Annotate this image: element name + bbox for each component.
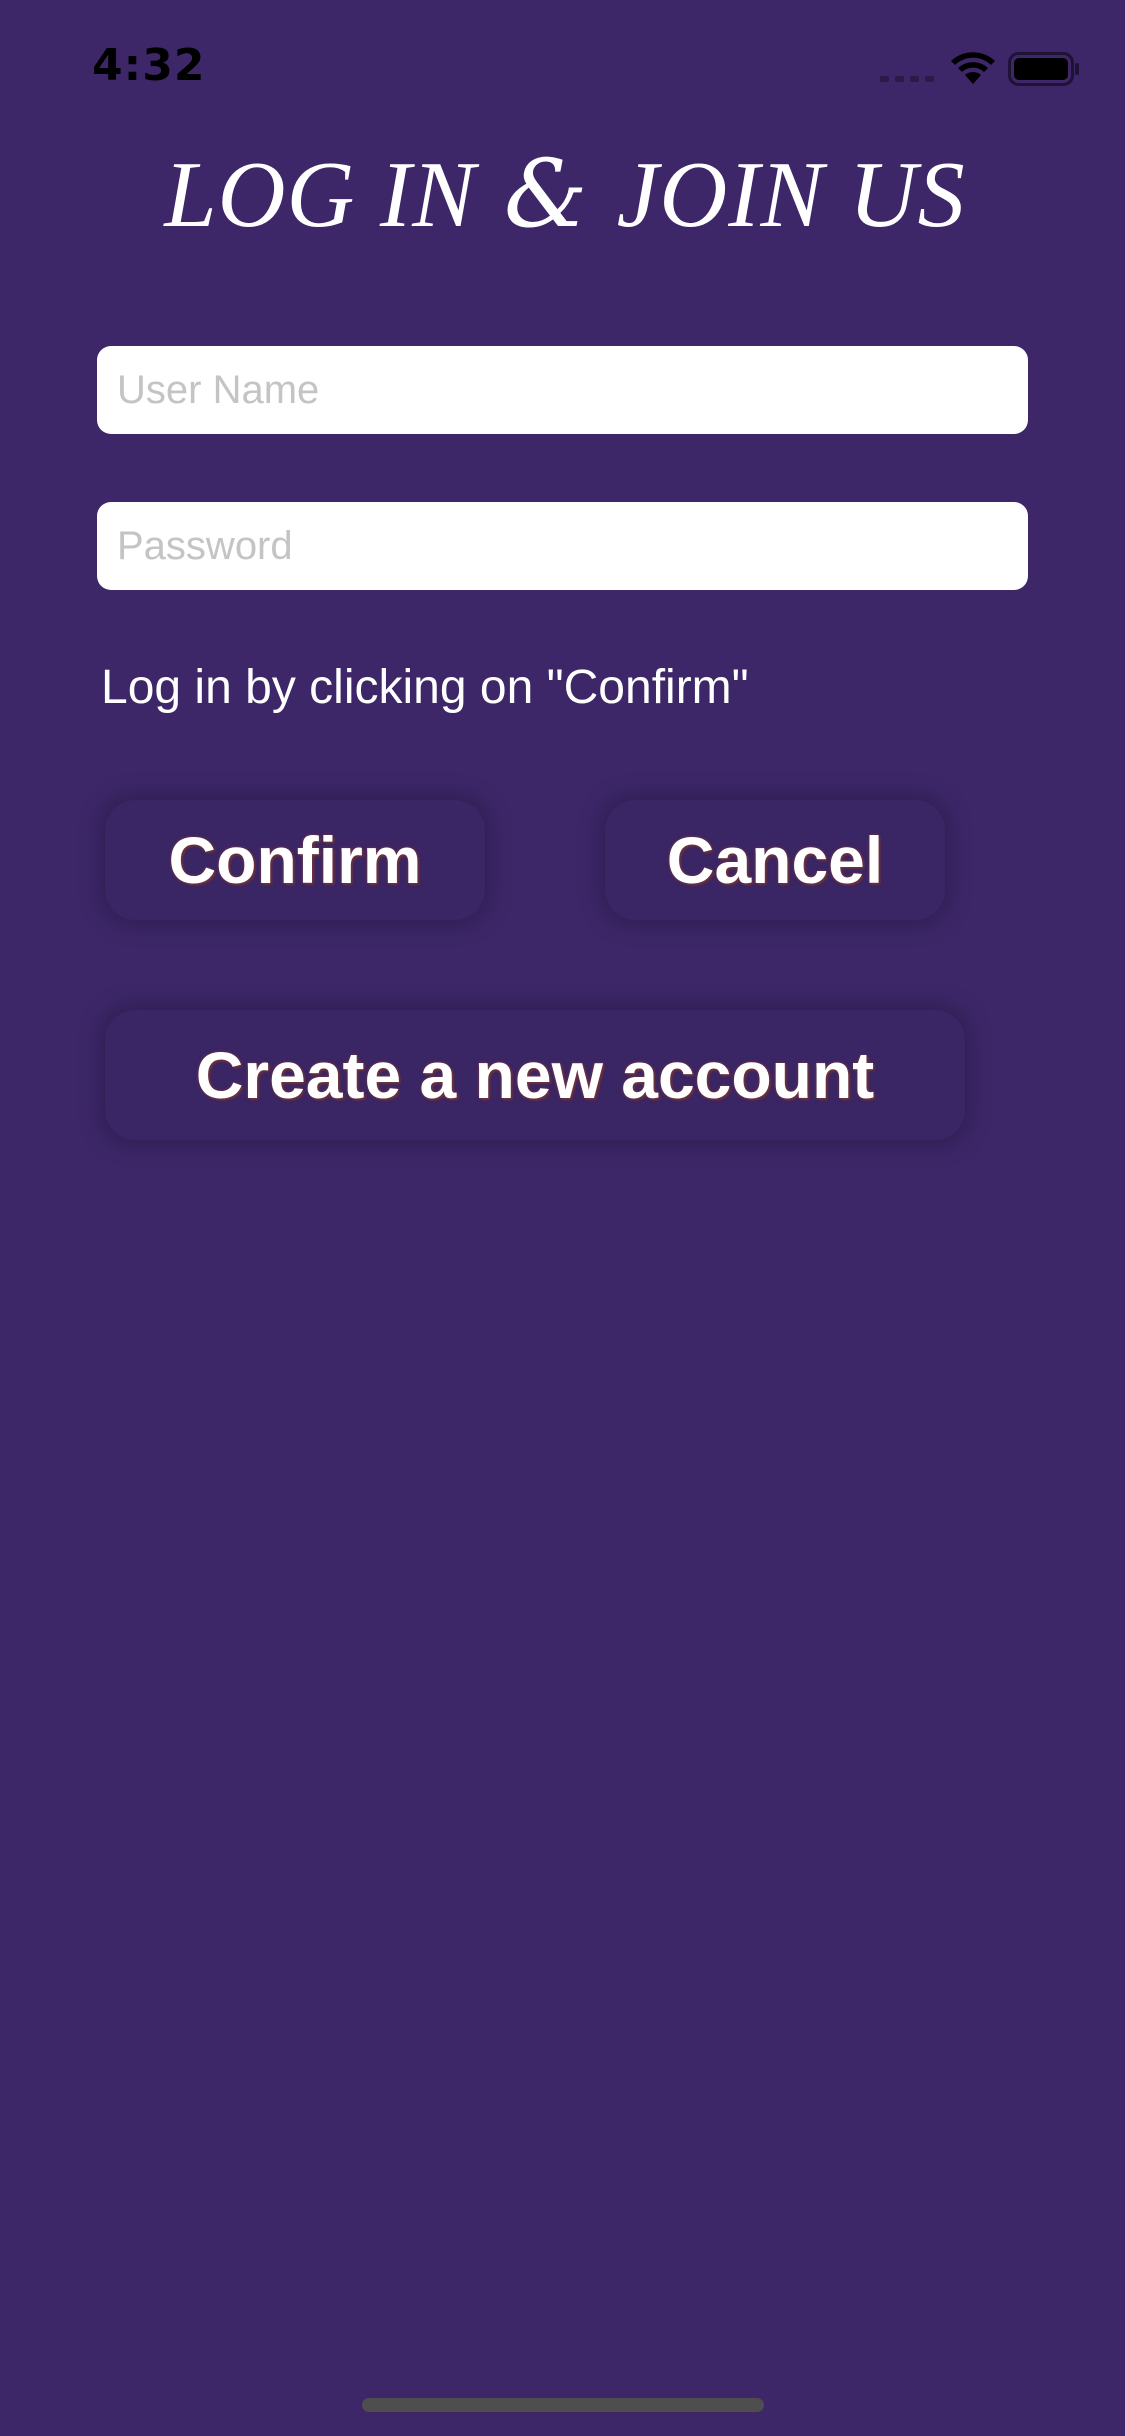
confirm-button[interactable]: Confirm bbox=[105, 800, 485, 920]
battery-icon bbox=[1008, 52, 1079, 86]
wifi-icon bbox=[951, 52, 995, 84]
title-ampersand: & bbox=[503, 140, 589, 249]
page-title: LOG IN & JOIN US bbox=[80, 140, 1050, 250]
status-bar: 4:32 bbox=[0, 0, 1125, 132]
title-join-us: JOIN US bbox=[616, 143, 966, 247]
status-time: 4:32 bbox=[92, 40, 206, 91]
login-hint-text: Log in by clicking on "Confirm" bbox=[101, 661, 749, 714]
password-input[interactable] bbox=[97, 502, 1028, 590]
title-log-in: LOG IN bbox=[164, 143, 476, 247]
create-account-button[interactable]: Create a new account bbox=[105, 1010, 965, 1140]
cellular-signal-icon bbox=[880, 76, 934, 82]
cancel-button[interactable]: Cancel bbox=[605, 800, 945, 920]
home-indicator[interactable] bbox=[362, 2398, 764, 2412]
username-input[interactable] bbox=[97, 346, 1028, 434]
